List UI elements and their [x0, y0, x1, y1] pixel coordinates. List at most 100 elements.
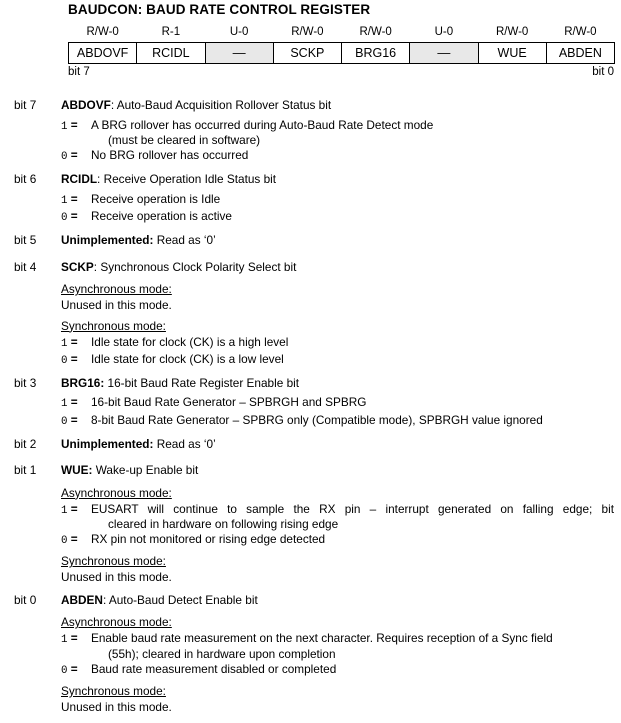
bit-value-equals: = [67, 334, 78, 349]
bit-mode-heading: Asynchronous mode: [61, 485, 172, 500]
bit-value-key: 1 = [61, 118, 91, 135]
bit-value-key: 1 = [61, 395, 91, 412]
register-bit-abden: ABDEN [545, 42, 616, 64]
bit-value-text: A BRG rollover has occurred during Auto-… [91, 118, 614, 148]
bit-value-key: 0 = [61, 352, 91, 369]
register-bitmap: R/W-0 R-1 U-0 R/W-0 R/W-0 U-0 R/W-0 R/W-0 ABDOV… [67, 24, 616, 64]
bit-description: : Auto-Baud Acquisition Rollover Status … [110, 98, 332, 112]
register-bit-name: ABDOVF [76, 46, 129, 60]
register-bit-rcidl: RCIDL [136, 42, 206, 64]
bit-value-text: EUSART will continue to sample the RX pi… [91, 502, 614, 532]
register-access-unimplemented-5: U-0 [434, 26, 454, 38]
register-bit-name: — [232, 45, 246, 60]
bit-value-text: 8-bit Baud Rate Generator – SPBRG only (… [91, 413, 614, 428]
bit-mnemonic: SCKP [61, 259, 94, 274]
register-bit-unimplemented-2: — [204, 42, 274, 64]
bit-value-equals: = [67, 395, 78, 410]
bit-mode-heading: Synchronous mode: [61, 554, 166, 569]
register-access-sckp: R/W-0 [291, 26, 324, 38]
bit-mode-heading: Synchronous mode: [61, 684, 166, 699]
bit-mode-heading-row: Asynchronous mode: [61, 483, 614, 502]
bit-value-text-line: Receive operation is active [91, 208, 232, 223]
bit-mode-plain-text: Unused in this mode. [61, 298, 172, 313]
bit-value-text-continuation: cleared in hardware on following rising … [108, 517, 339, 532]
bit-block-bit-7: bit 7 ABDOVF: Auto-Baud Acquisition Rollo… [0, 98, 621, 165]
bit-value-equals: = [67, 501, 78, 516]
bit-description: : Synchronous Clock Polarity Select bit [93, 259, 297, 274]
register-bit-wue: WUE [477, 42, 547, 64]
bit-value-row: 1 = EUSART will continue to sample the RX… [61, 502, 614, 532]
bit-body: WUE: Wake-up Enable bit Asynchronous mode… [61, 463, 621, 586]
bit-number-label: bit 4 [14, 259, 37, 274]
bit-value-key: 0 = [61, 532, 91, 549]
bit-description: Read as ‘0’ [153, 436, 216, 451]
register-access-wue: R/W-0 [495, 26, 529, 38]
bit-mode-group: Synchronous mode: Unused in this mode. [61, 551, 614, 586]
bit-value-text-line: Idle state for clock (CK) is a low level [91, 351, 284, 366]
bit-heading: RCIDL: Receive Operation Idle Status bit [61, 172, 614, 188]
bit-value-equals: = [67, 191, 78, 206]
bit-number-label: bit 5 [14, 233, 37, 248]
register-bit-name: SCKP [290, 46, 325, 60]
bit-body: Unimplemented: Read as ‘0’ [61, 437, 621, 457]
bit-value-text-line: Idle state for clock (CK) is a high leve… [91, 334, 289, 349]
bit-mode-heading-row: Synchronous mode: [61, 681, 614, 700]
bit-mode-group: Synchronous mode: Unused in this mode. [61, 681, 614, 716]
bit-mode-plain-text: Unused in this mode. [61, 570, 172, 585]
bit-value-row: 1 = Enable baud rate measurement on the n… [61, 631, 614, 661]
bit-heading: Unimplemented: Read as ‘0’ [61, 437, 614, 453]
bit-number-label: bit 1 [14, 463, 37, 478]
bit-block-bit-6: bit 6 RCIDL: Receive Operation Idle Statu… [0, 172, 621, 226]
bit-value-row: 0 = Idle state for clock (CK) is a low le… [61, 352, 614, 369]
bit-mode-group: Synchronous mode: 1 = Idle state for clock… [61, 316, 614, 369]
bit-value-key: 0 = [61, 148, 91, 165]
bit-value-text-line: Receive operation is Idle [91, 191, 221, 206]
bit-heading: SCKP: Synchronous Clock Polarity Select … [61, 260, 614, 276]
bit-value-row: 1 = A BRG rollover has occurred during Au… [61, 118, 614, 148]
register-access-abden: R/W-0 [564, 26, 597, 38]
bit-value-row: 0 = RX pin not monitored or rising edge d… [61, 532, 614, 549]
register-bit-brg16: BRG16 [340, 42, 411, 64]
register-bit-unimplemented-5: — [409, 42, 479, 64]
bit-value-text: Enable baud rate measurement on the next… [91, 631, 614, 661]
register-bit-sckp: SCKP [272, 42, 343, 64]
bit-value-equals: = [67, 532, 78, 547]
bit-value-text: RX pin not monitored or rising edge dete… [91, 532, 614, 547]
bit-value-text-continuation: (must be cleared in software) [108, 132, 261, 147]
register-bit-name: WUE [497, 46, 527, 60]
bit-mode-plain-text: Unused in this mode. [61, 700, 172, 715]
bit-value-row: 0 = 8-bit Baud Rate Generator – SPBRG onl… [61, 413, 614, 430]
bit-value-equals: = [67, 661, 78, 676]
bit-mode-heading-row: Synchronous mode: [61, 551, 614, 570]
bit-block-bit-0: bit 0 ABDEN: Auto-Baud Detect Enable bit A… [0, 593, 621, 716]
register-title: BAUDCON: BAUD RATE CONTROL REGISTER [68, 2, 371, 17]
bit-description: 16-bit Baud Rate Register Enable bit [104, 375, 300, 390]
bit-value-text: 16-bit Baud Rate Generator – SPBRGH and … [91, 395, 614, 410]
bit-value-text-line: EUSART will continue to sample the RX pi… [91, 501, 614, 516]
bit-mnemonic: RCIDL [61, 172, 98, 187]
bit-value-text: Receive operation is active [91, 209, 614, 224]
bit-value-equals: = [67, 147, 78, 162]
bit-mnemonic: ABDEN [61, 592, 103, 607]
register-access-unimplemented-2: U-0 [229, 26, 249, 38]
bit-value-key: 1 = [61, 631, 91, 648]
bit-value-equals: = [67, 631, 78, 646]
bit-mode-group: Asynchronous mode: Unused in this mode. [61, 279, 614, 314]
bit-value-equals: = [67, 412, 78, 427]
bit-description: : Auto-Baud Detect Enable bit [102, 592, 258, 607]
bit-value-equals: = [67, 117, 78, 132]
bit-description: Wake-up Enable bit [92, 463, 199, 478]
bit-description: Read as ‘0’ [153, 233, 216, 248]
bit-value-text-line: RX pin not monitored or rising edge dete… [91, 532, 326, 547]
register-bit-name: — [437, 45, 451, 60]
bit-value-key: 0 = [61, 209, 91, 226]
register-access-rcidl: R-1 [161, 26, 181, 38]
bit-body: ABDOVF: Auto-Baud Acquisition Rollover S… [61, 98, 621, 165]
register-bitmap-table: R/W-0 R-1 U-0 R/W-0 R/W-0 U-0 R/W-0 R/W-0 ABDOV… [67, 24, 616, 64]
bit-description: : Receive Operation Idle Status bit [97, 172, 277, 187]
bit-value-text-line: Baud rate measurement disabled or comple… [91, 661, 337, 676]
bit-value-row: 1 = Idle state for clock (CK) is a high l… [61, 335, 614, 352]
bit-value-text: Idle state for clock (CK) is a low level [91, 352, 614, 367]
bit-value-key: 0 = [61, 662, 91, 679]
bit-number-label: bit 2 [14, 436, 37, 451]
